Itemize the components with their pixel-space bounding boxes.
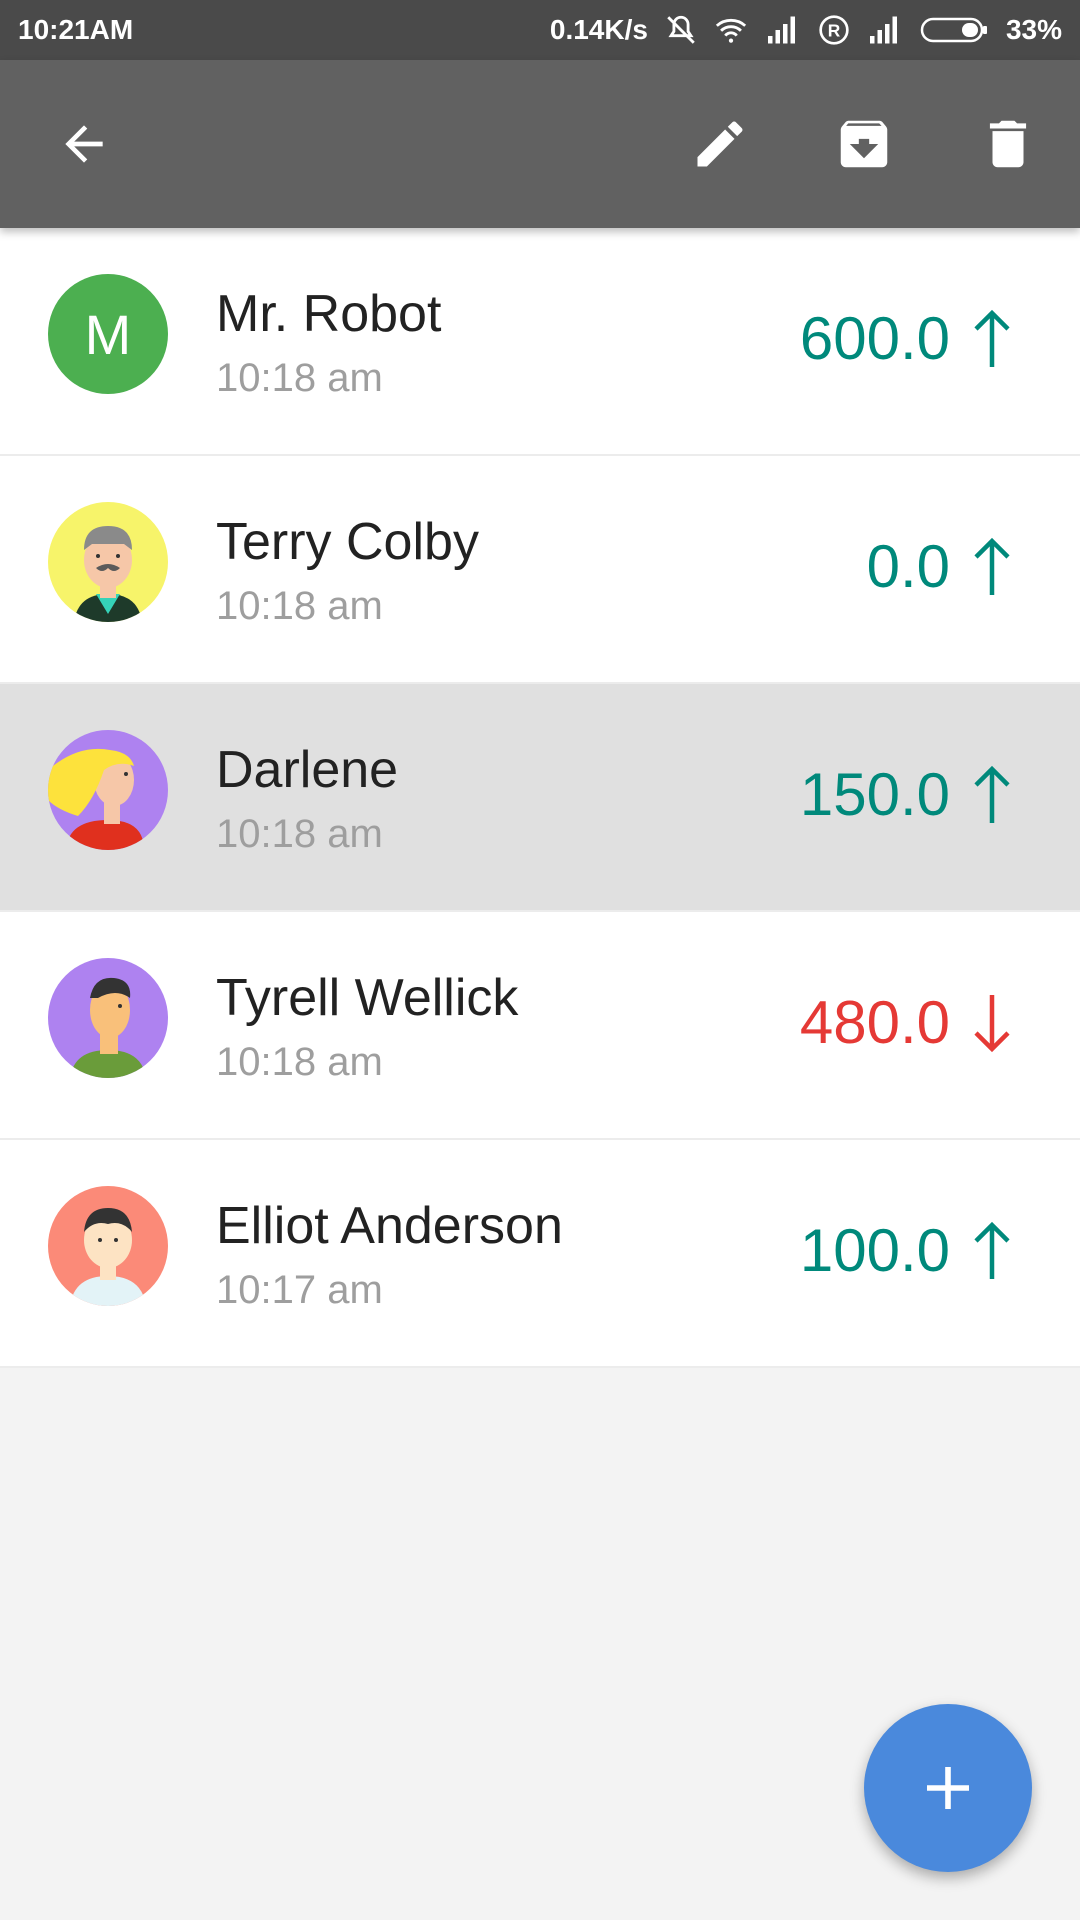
timestamp: 10:18 am xyxy=(216,584,383,628)
avatar xyxy=(48,502,168,622)
plus-icon xyxy=(927,1767,969,1809)
signal-icon xyxy=(767,16,795,44)
arrow-up-icon xyxy=(974,309,1010,367)
back-button[interactable] xyxy=(52,112,116,176)
timestamp: 10:18 am xyxy=(216,356,383,400)
list-item[interactable]: Tyrell Wellick 10:18 am 480.0 xyxy=(0,912,1080,1140)
mute-icon xyxy=(667,15,695,44)
contact-name: Tyrell Wellick xyxy=(216,969,519,1027)
back-arrow-icon xyxy=(65,125,103,163)
avatar-initial: M xyxy=(84,302,132,366)
amount-value: 150.0 xyxy=(799,761,950,828)
amount: 0.0 xyxy=(867,532,1012,601)
avatar xyxy=(48,730,168,850)
man-purple-avatar-icon xyxy=(48,958,168,1078)
list-item[interactable]: Darlene 10:18 am 150.0 xyxy=(0,684,1080,912)
archive-button[interactable] xyxy=(832,112,896,176)
contact-name: Mr. Robot xyxy=(216,285,442,343)
amount: 150.0 xyxy=(800,760,1012,829)
battery-icon xyxy=(920,17,987,43)
amount-value: 600.0 xyxy=(799,305,950,372)
amount-value: 0.0 xyxy=(866,533,950,600)
amount: 100.0 xyxy=(800,1216,1012,1285)
timestamp: 10:18 am xyxy=(216,1040,383,1084)
amount: 480.0 xyxy=(800,988,1012,1057)
registered-icon: R xyxy=(819,15,849,45)
blonde-woman-avatar-icon xyxy=(48,730,168,850)
contact-name: Elliot Anderson xyxy=(216,1197,563,1255)
amount-value: 100.0 xyxy=(799,1217,950,1284)
arrow-up-icon xyxy=(974,537,1010,595)
avatar: M xyxy=(48,274,168,394)
arrow-down-icon xyxy=(974,994,1010,1052)
arrow-up-icon xyxy=(974,1221,1010,1279)
add-fab-button[interactable] xyxy=(864,1704,1032,1872)
avatar xyxy=(48,958,168,1078)
archive-icon xyxy=(840,120,888,168)
wifi-icon xyxy=(715,18,747,43)
list-item[interactable]: Terry Colby 10:18 am 0.0 xyxy=(0,456,1080,684)
delete-button[interactable] xyxy=(976,112,1040,176)
status-bar: 10:21AM 0.14K/s R 33% xyxy=(0,0,1080,60)
status-time: 10:21AM xyxy=(18,14,134,45)
list-item[interactable]: M Mr. Robot 10:18 am 600.0 xyxy=(0,228,1080,456)
amount-value: 480.0 xyxy=(799,989,950,1056)
arrow-up-icon xyxy=(974,765,1010,823)
timestamp: 10:17 am xyxy=(216,1268,383,1312)
list-item[interactable]: Elliot Anderson 10:17 am 100.0 xyxy=(0,1140,1080,1368)
battery-percent: 33% xyxy=(1005,14,1062,45)
contact-name: Darlene xyxy=(216,741,399,799)
transaction-list: M Mr. Robot 10:18 am 600.0 Terry Colby 1… xyxy=(0,228,1080,1368)
network-speed: 0.14K/s xyxy=(549,14,648,45)
signal-icon xyxy=(869,16,897,44)
app-bar xyxy=(0,60,1080,228)
svg-text:R: R xyxy=(828,21,841,41)
edit-button[interactable] xyxy=(688,112,752,176)
amount: 600.0 xyxy=(800,304,1012,373)
edit-pencil-icon xyxy=(697,121,743,167)
old-man-avatar-icon xyxy=(48,502,168,622)
man-red-avatar-icon xyxy=(48,1186,168,1306)
avatar xyxy=(48,1186,168,1306)
contact-name: Terry Colby xyxy=(216,513,479,571)
delete-trash-icon xyxy=(989,120,1027,168)
timestamp: 10:18 am xyxy=(216,812,383,856)
